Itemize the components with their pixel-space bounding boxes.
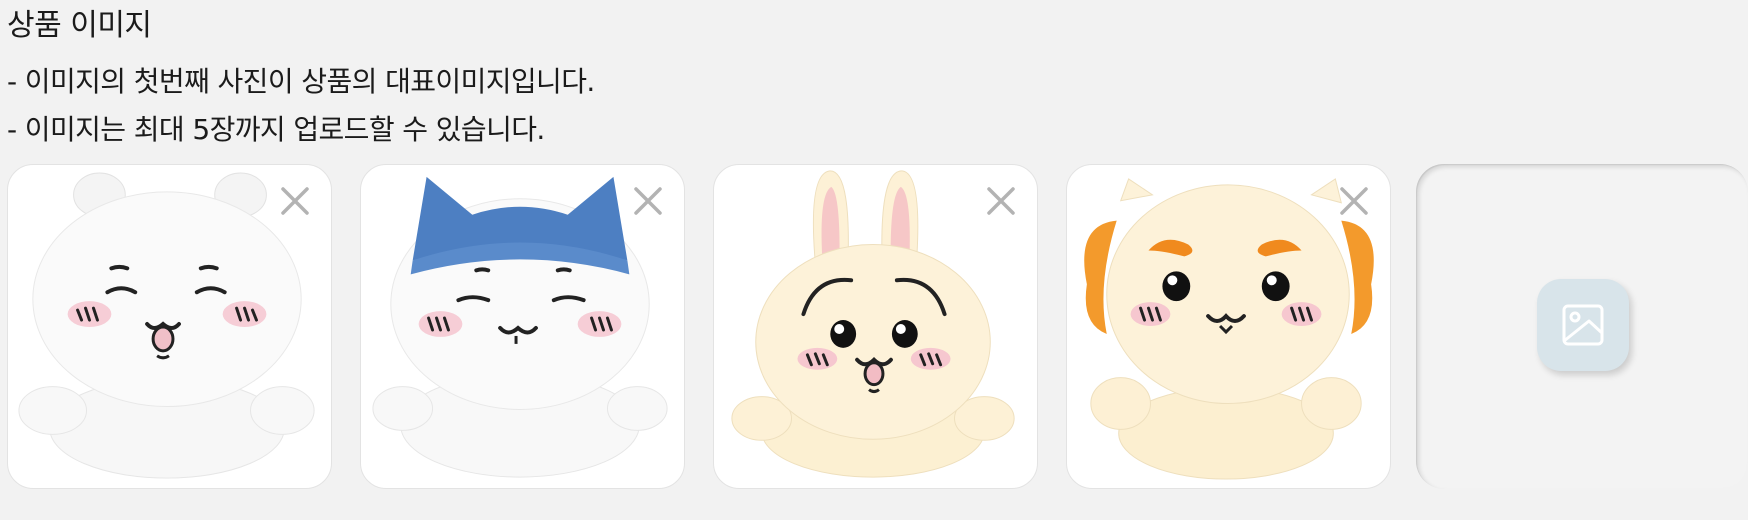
close-icon: [281, 187, 309, 215]
close-icon: [987, 187, 1015, 215]
image-thumbnail-2[interactable]: [360, 164, 685, 489]
remove-image-button-1[interactable]: [277, 183, 313, 219]
upload-image-button[interactable]: [1537, 279, 1629, 371]
image-thumbnail-4[interactable]: [1066, 164, 1391, 489]
image-upload-slot[interactable]: [1416, 164, 1748, 489]
section-title: 상품 이미지: [7, 8, 152, 43]
remove-image-button-2[interactable]: [630, 183, 666, 219]
image-upload-icon: [1562, 304, 1604, 346]
guide-text-max-count: - 이미지는 최대 5장까지 업로드할 수 있습니다.: [7, 113, 545, 146]
guide-text-representative: - 이미지의 첫번째 사진이 상품의 대표이미지입니다.: [7, 65, 595, 98]
image-thumbnail-1[interactable]: [7, 164, 332, 489]
remove-image-button-4[interactable]: [1336, 183, 1372, 219]
image-thumbnail-3[interactable]: [713, 164, 1038, 489]
close-icon: [634, 187, 662, 215]
remove-image-button-3[interactable]: [983, 183, 1019, 219]
close-icon: [1340, 187, 1368, 215]
